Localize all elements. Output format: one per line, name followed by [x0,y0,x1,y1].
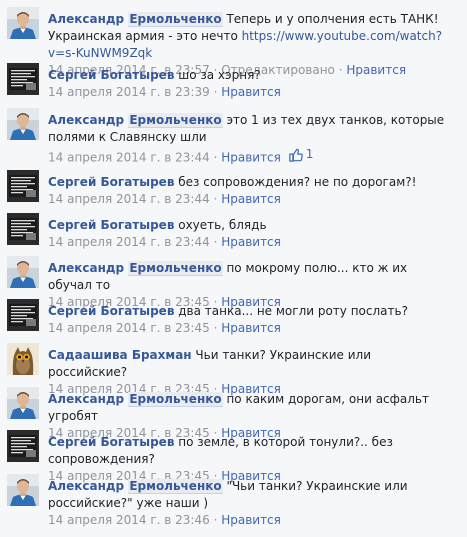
comment-text: охуеть, блядь [174,218,267,232]
author-name[interactable]: Александр Ермольченко [48,261,223,276]
author-name[interactable]: Сергей Богатырев [48,175,174,189]
author-name[interactable]: Сергей Богатырев [48,68,174,82]
timestamp[interactable]: 14 апреля 2014 г. в 23:44 [48,235,210,249]
timestamp[interactable]: 14 апреля 2014 г. в 23:46 [48,513,210,527]
owl-avatar-icon [7,343,39,375]
avatar[interactable] [7,387,39,419]
timestamp[interactable]: 14 апреля 2014 г. в 23:44 [48,192,210,206]
timestamp[interactable]: 14 апреля 2014 г. в 23:39 [48,85,210,99]
comment-text: шо за хэрня? [174,68,261,82]
avatar[interactable] [7,170,39,202]
avatar[interactable] [7,7,39,39]
author-name[interactable]: Александр Ермольченко [48,479,223,494]
user-avatar-icon [7,256,39,288]
author-name[interactable]: Александр Ермольченко [48,392,223,407]
author-name[interactable]: Садаашива Брахман [48,348,192,362]
like-button[interactable]: Нравится [221,235,281,249]
comment-text: без сопровождения? не по дорогам?! [174,175,417,189]
user-avatar-icon [7,213,39,245]
avatar[interactable] [7,213,39,245]
user-avatar-icon [7,170,39,202]
avatar[interactable] [7,430,39,462]
user-avatar-icon [7,430,39,462]
timestamp[interactable]: 14 апреля 2014 г. в 23:44 [48,151,210,165]
like-button[interactable]: Нравится [221,151,281,165]
comment-body: Сергей Богатырев два танка... не могли р… [48,304,408,335]
user-avatar-icon [7,299,39,331]
avatar[interactable] [7,299,39,331]
author-name[interactable]: Сергей Богатырев [48,435,174,449]
comment-body: Александр Ермольченко "Чьи танки? Украин… [48,479,408,527]
thumbs-up-icon [288,148,303,162]
like-button[interactable]: Нравится [221,513,281,527]
like-button[interactable]: Нравится [221,192,281,206]
like-button[interactable]: Нравится [221,85,281,99]
avatar[interactable] [7,108,39,140]
like-button[interactable]: Нравится [221,321,281,335]
author-name[interactable]: Александр Ермольченко [48,12,223,27]
avatar[interactable] [7,474,39,506]
user-avatar-icon [7,474,39,506]
author-name[interactable]: Сергей Богатырев [48,218,174,232]
avatar[interactable] [7,63,39,95]
avatar[interactable] [7,343,39,375]
comment-text: два танка... не могли роту послать? [174,304,408,318]
comment-body: Сергей Богатырев шо за хэрня? 14 апреля … [48,68,281,99]
avatar[interactable] [7,256,39,288]
user-avatar-icon [7,387,39,419]
user-avatar-icon [7,108,39,140]
comment-body: Сергей Богатырев охуеть, блядь 14 апреля… [48,218,281,249]
comment-body: Александр Ермольченко это 1 из тех двух … [48,113,445,165]
author-name[interactable]: Александр Ермольченко [48,113,223,128]
author-name[interactable]: Сергей Богатырев [48,304,174,318]
timestamp[interactable]: 14 апреля 2014 г. в 23:45 [48,321,210,335]
like-count[interactable]: 1 [288,146,313,163]
user-avatar-icon [7,63,39,95]
comment-body: Сергей Богатырев без сопровождения? не п… [48,175,417,206]
user-avatar-icon [7,7,39,39]
comment-thread: Александр Ермольченко Теперь и у ополчен… [0,0,467,537]
